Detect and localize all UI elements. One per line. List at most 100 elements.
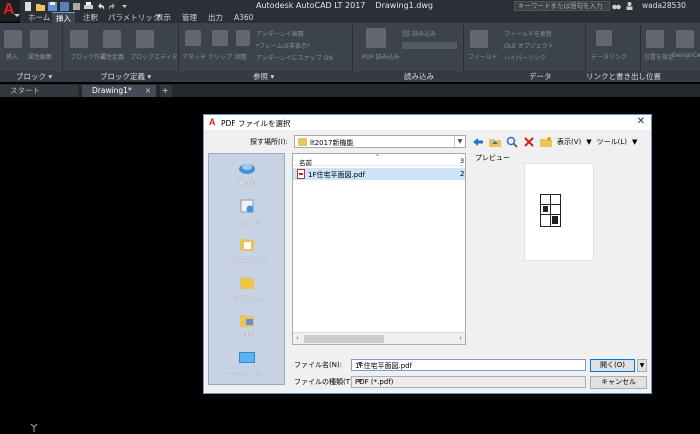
panel-title-block-definition[interactable]: ブロック定義 ▾ (100, 71, 151, 82)
design-center-icon[interactable] (676, 30, 694, 48)
tab-manage[interactable]: 管理 (182, 12, 197, 23)
look-in-dropdown[interactable]: lt2017新機能 ▼ (294, 135, 466, 148)
user-name[interactable]: wada28530 (642, 0, 686, 12)
view-menu-chevron-icon[interactable]: ▼ (586, 138, 591, 146)
panel-title-link-export[interactable]: リンクと書き出し (586, 71, 646, 82)
file-type-select[interactable]: PDF (*.pdf) ▼ (351, 376, 586, 388)
user-icon[interactable] (625, 1, 634, 12)
column-name[interactable]: 名前 (299, 157, 312, 167)
view-menu[interactable]: 表示(V) (557, 137, 581, 147)
close-tab-icon[interactable]: × (145, 85, 151, 97)
search-web-icon[interactable] (506, 136, 518, 148)
search-input[interactable]: キーワードまたは語句を入力 (514, 1, 610, 11)
delete-icon[interactable] (523, 136, 535, 148)
tab-home[interactable]: ホーム (28, 12, 50, 23)
open-icon[interactable] (36, 2, 45, 11)
set-location-icon[interactable] (646, 30, 664, 48)
back-icon[interactable] (472, 136, 484, 148)
hyperlink-button[interactable]: ハイパーリンク (504, 53, 546, 62)
tab-start[interactable]: スタート (0, 85, 78, 97)
place-documents-label: ドキュメント (228, 257, 267, 265)
new-icon[interactable] (24, 1, 33, 11)
frames-dropdown[interactable]: *フレームは非表示* (256, 41, 310, 50)
tab-insert[interactable]: 挿入 (52, 12, 75, 23)
tools-menu[interactable]: ツール(L) (597, 137, 627, 147)
look-in-value: lt2017新機能 (310, 139, 354, 147)
save-icon[interactable] (48, 1, 57, 11)
place-favorites[interactable]: お気に入り (209, 272, 286, 312)
file-name: 1F住宅平面図.pdf (308, 171, 366, 179)
adjust-icon[interactable] (236, 30, 250, 46)
chevron-down-icon[interactable]: ▼ (355, 360, 365, 370)
chevron-down-icon[interactable]: ▼ (355, 377, 365, 387)
title-bar: Autodesk AutoCAD LT 2017 Drawing1.dwg キーワ… (0, 0, 700, 12)
place-favorites-label: お気に入り (231, 295, 264, 303)
field-icon[interactable] (470, 30, 488, 48)
data-link-icon[interactable] (596, 30, 612, 46)
dialog-toolbar: 表示(V) ▼ ツール(L) ▼ (472, 135, 637, 148)
scroll-thumb[interactable] (304, 335, 384, 343)
redo-icon[interactable] (108, 2, 117, 11)
place-documents[interactable]: ドキュメント (209, 234, 286, 274)
binoculars-icon[interactable] (612, 1, 621, 12)
file-row[interactable]: 1F住宅平面図.pdf 2 (293, 168, 465, 180)
history-icon (240, 199, 254, 213)
up-folder-icon[interactable] (489, 136, 501, 148)
import-label[interactable]: 読み込み (412, 29, 436, 38)
save-as-icon[interactable] (60, 1, 69, 11)
scroll-left-icon[interactable]: ‹ (296, 334, 299, 342)
web-mobile-icon[interactable] (72, 2, 81, 11)
tab-annotate[interactable]: 注釈 (83, 12, 98, 23)
panel-title-import[interactable]: 読み込み (404, 71, 434, 82)
drawing-title: Drawing1.dwg (375, 1, 434, 10)
tools-menu-chevron-icon[interactable]: ▼ (632, 138, 637, 146)
tab-view[interactable]: 表示 (156, 12, 171, 23)
tab-parametric[interactable]: パラメトリック (108, 12, 160, 23)
edit-attribute-icon[interactable] (30, 30, 48, 48)
open-button[interactable]: 開く(O) (590, 359, 635, 372)
field-small-icon[interactable] (402, 30, 410, 37)
panel-title-data[interactable]: データ (529, 71, 552, 82)
insert-block-icon[interactable] (4, 30, 22, 48)
place-a360[interactable]: A360 (209, 158, 286, 198)
ole-object-button[interactable]: OLE オブジェクト (504, 41, 554, 50)
update-fields-button[interactable]: フィールドを更新 (504, 29, 552, 38)
define-attribute-icon[interactable] (103, 30, 121, 48)
application-menu-button[interactable]: A (0, 0, 20, 22)
field-label: フィールド (468, 54, 498, 61)
insert-block-label: 挿入 (6, 54, 19, 61)
app-logo-icon: A (3, 1, 15, 18)
tab-output[interactable]: 出力 (208, 12, 223, 23)
adjust-label: 調整 (235, 54, 248, 61)
cancel-button[interactable]: キャンセル (590, 376, 647, 389)
tab-a360[interactable]: A360 (234, 12, 253, 23)
new-tab-button[interactable]: + (160, 85, 172, 97)
underlay-layers-button[interactable]: アンダーレイ画層 (256, 29, 304, 38)
design-center-label: DesignCenter (672, 52, 700, 59)
scroll-right-icon[interactable]: › (459, 334, 462, 342)
column-second[interactable]: 3 (460, 157, 464, 165)
place-desktop[interactable]: デスクトップ (209, 348, 286, 388)
file-name-input[interactable]: 1F住宅平面図.pdf ▼ (351, 359, 586, 371)
new-folder-icon[interactable] (540, 136, 552, 148)
panel-title-reference[interactable]: 参照 ▾ (253, 71, 274, 82)
snap-underlay-dropdown[interactable]: アンダーレイにスナップ ON (256, 53, 342, 62)
attach-icon[interactable] (185, 30, 201, 46)
undo-icon[interactable] (96, 2, 105, 11)
block-editor-icon[interactable] (136, 30, 154, 48)
horizontal-scrollbar[interactable]: ‹ › (293, 332, 465, 344)
create-block-icon[interactable] (70, 30, 88, 48)
ribbon-tab-bar: ホーム 挿入 注釈 パラメトリック 表示 管理 出力 A360 (20, 12, 700, 23)
panel-title-location[interactable]: 位置 (646, 71, 661, 82)
open-dropdown-button[interactable]: ▼ (637, 359, 647, 372)
print-icon[interactable] (84, 1, 93, 11)
clip-icon[interactable] (212, 30, 228, 46)
panel-title-block[interactable]: ブロック ▾ (16, 71, 52, 82)
place-ftp[interactable]: FTP (209, 310, 286, 350)
tab-drawing1[interactable]: Drawing1* × (82, 85, 156, 97)
customize-qat-icon[interactable] (120, 2, 129, 11)
pdf-import-icon[interactable] (366, 28, 386, 48)
set-location-label: 位置を設定 (644, 54, 675, 61)
close-button[interactable]: ✕ (637, 116, 645, 127)
place-history[interactable]: ヒストリ (209, 196, 286, 236)
